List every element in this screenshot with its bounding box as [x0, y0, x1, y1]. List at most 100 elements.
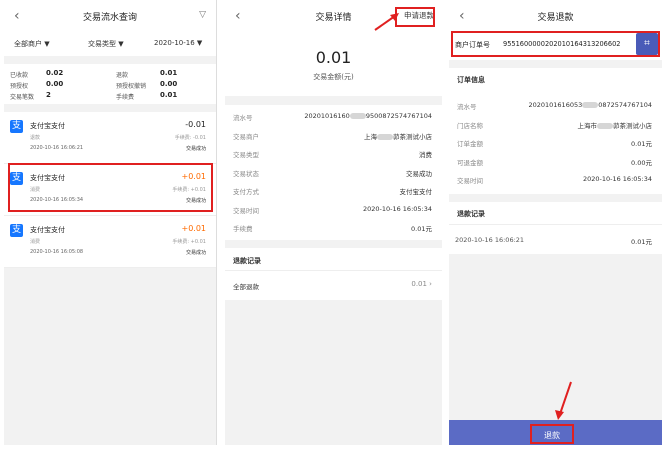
detail-row: 手续费 0.01元	[225, 218, 442, 237]
transaction-row[interactable]: 支 支付宝支付 消费 2020-10-16 16:05:34 +0.01 手续费…	[4, 164, 216, 216]
detail-row: 支付方式 支付宝支付	[225, 181, 442, 200]
info-key: 订单金额	[457, 140, 483, 148]
transaction-list: 支 支付宝支付 退款 2020-10-16 16:06:21 -0.01 手续费…	[4, 112, 216, 268]
transaction-detail-screen: ‹ 交易详情 申请退款 0.01 交易金额(元) 流水号 20201016160…	[225, 0, 442, 445]
info-value: 0.00元	[631, 158, 652, 167]
refund-all-label: 全部退款	[233, 283, 259, 291]
tx-amount: +0.01	[181, 172, 206, 181]
detail-row: 流水号 20201016160 9500872574767104	[225, 107, 442, 126]
redacted-block	[597, 122, 613, 129]
nav-bar: ‹ 交易详情 申请退款	[225, 0, 442, 34]
tx-name: 支付宝支付	[30, 122, 65, 130]
info-row: 可退金额 0.00元	[449, 152, 662, 171]
preauth-cancel-label: 预授权撤销	[116, 83, 147, 90]
summary-stats: 已收款 0.02 退款 0.01 预授权 0.00 预授权撤销 0.00 交易笔…	[4, 68, 216, 104]
detail-key: 交易商户	[233, 132, 259, 141]
tx-status: 交易成功	[185, 146, 206, 152]
page-title: 交易退款	[537, 13, 574, 23]
divider	[449, 194, 662, 202]
info-value-end: 0872574767104	[598, 101, 652, 109]
detail-key: 交易类型	[233, 151, 259, 159]
info-value-start: 上海市	[577, 121, 598, 130]
info-value-end: 茆茶测试小店	[613, 121, 652, 130]
divider	[449, 60, 662, 68]
preauth-label: 预授权	[10, 83, 29, 90]
tx-amount: -0.01	[185, 120, 206, 129]
info-value: 2020-10-16 16:05:34	[582, 175, 652, 183]
refund-all-row[interactable]: 全部退款 0.01 ›	[225, 276, 442, 294]
transaction-list-screen: ‹ 交易流水查询 ▽ 全部商户 ▼ 交易类型 ▼ 2020-10-16 ▼ 已收…	[4, 0, 217, 445]
info-value: 上海市 茆茶测试小店	[578, 120, 653, 130]
refund-all-value: 0.01 ›	[411, 280, 432, 288]
tx-status: 交易成功	[185, 250, 206, 256]
info-row: 门店名称 上海市 茆茶测试小店	[449, 115, 662, 134]
tx-status: 交易成功	[185, 198, 206, 204]
transaction-row[interactable]: 支 支付宝支付 消费 2020-10-16 16:05:08 +0.01 手续费…	[4, 216, 216, 268]
info-key: 门店名称	[457, 121, 483, 130]
detail-value: 支付宝支付	[399, 188, 433, 196]
tx-time: 2020-10-16 16:05:08	[30, 249, 84, 255]
refund-button[interactable]: 退款	[530, 424, 574, 444]
tx-name: 支付宝支付	[30, 174, 65, 182]
order-info-title: 订单信息	[457, 76, 485, 84]
empty-area	[4, 268, 216, 445]
refund-section-title: 退款记录	[233, 257, 261, 265]
detail-value-end: 9500872574767104	[365, 112, 432, 120]
detail-value: 2020-10-16 16:05:34	[362, 204, 432, 213]
alipay-icon: 支	[10, 120, 23, 133]
date-filter[interactable]: 2020-10-16 ▼	[154, 39, 202, 47]
nav-bar: ‹ 交易流水查询 ▽	[4, 0, 216, 34]
detail-key: 交易时间	[233, 206, 259, 215]
refund-value: 0.01	[160, 69, 178, 77]
type-filter[interactable]: 交易类型 ▼	[88, 39, 124, 49]
refund-record-row: 2020-10-16 16:06:21 0.01元	[449, 232, 662, 248]
nav-bar: ‹ 交易退款	[449, 0, 662, 34]
apply-refund-link[interactable]: 申请退款	[404, 10, 434, 21]
detail-row: 交易时间 2020-10-16 16:05:34	[225, 200, 442, 219]
info-key: 流水号	[457, 103, 477, 111]
detail-value: 0.01元	[411, 225, 432, 233]
filter-icon[interactable]: ▽	[199, 10, 206, 20]
preauth-cancel-value: 0.00	[160, 80, 178, 88]
count-value: 2	[46, 91, 51, 99]
order-number-field[interactable]: 商户订单号 955160000020201016431320660​2	[449, 33, 662, 55]
received-label: 已收款	[10, 72, 29, 79]
transaction-row[interactable]: 支 支付宝支付 退款 2020-10-16 16:06:21 -0.01 手续费…	[4, 112, 216, 164]
detail-value: 交易成功	[406, 169, 432, 178]
amount-caption: 交易金额(元)	[313, 73, 354, 81]
divider	[225, 240, 442, 248]
redacted-block	[582, 102, 599, 108]
refund-record-title: 退款记录	[457, 210, 485, 218]
tx-fee: 手续费: +0.01	[172, 187, 206, 193]
merchant-filter[interactable]: 全部商户 ▼	[14, 39, 50, 49]
detail-key: 流水号	[233, 114, 253, 122]
tx-fee: 手续费: +0.01	[172, 239, 206, 245]
redacted-block	[377, 133, 393, 140]
refund-record-time: 2020-10-16 16:06:21	[455, 236, 525, 244]
detail-row: 交易类型 消费	[225, 144, 442, 163]
info-value-start: 2020101616053	[528, 101, 583, 109]
info-row: 订单金额 0.01元	[449, 133, 662, 152]
alipay-icon: 支	[10, 224, 23, 237]
preauth-value: 0.00	[46, 80, 64, 88]
page-title: 交易流水查询	[82, 13, 137, 23]
info-row: 流水号 2020101616053 0872574767104	[449, 96, 662, 115]
info-value: 0.01元	[631, 140, 652, 148]
detail-key: 支付方式	[233, 188, 259, 196]
divider	[449, 224, 662, 225]
empty-area	[449, 254, 662, 420]
info-value: 2020101616053 0872574767104	[528, 101, 652, 109]
detail-key: 手续费	[233, 225, 253, 233]
tx-amount: +0.01	[181, 224, 206, 233]
scan-icon[interactable]: ⌗	[636, 33, 658, 55]
tx-type: 退款	[30, 135, 41, 141]
order-number-label: 商户订单号	[455, 41, 490, 49]
info-key: 交易时间	[457, 177, 483, 185]
info-row: 交易时间 2020-10-16 16:05:34	[449, 170, 662, 189]
detail-value-end: 茆茶测试小店	[393, 132, 432, 141]
tx-fee: 手续费: -0.01	[174, 135, 206, 141]
divider	[4, 56, 216, 64]
order-info-list: 流水号 2020101616053 0872574767104 门店名称 上海市 茆…	[449, 96, 662, 189]
order-number-value: 955160000020201016431320660​2	[503, 40, 621, 48]
count-label: 交易笔数	[10, 94, 35, 101]
